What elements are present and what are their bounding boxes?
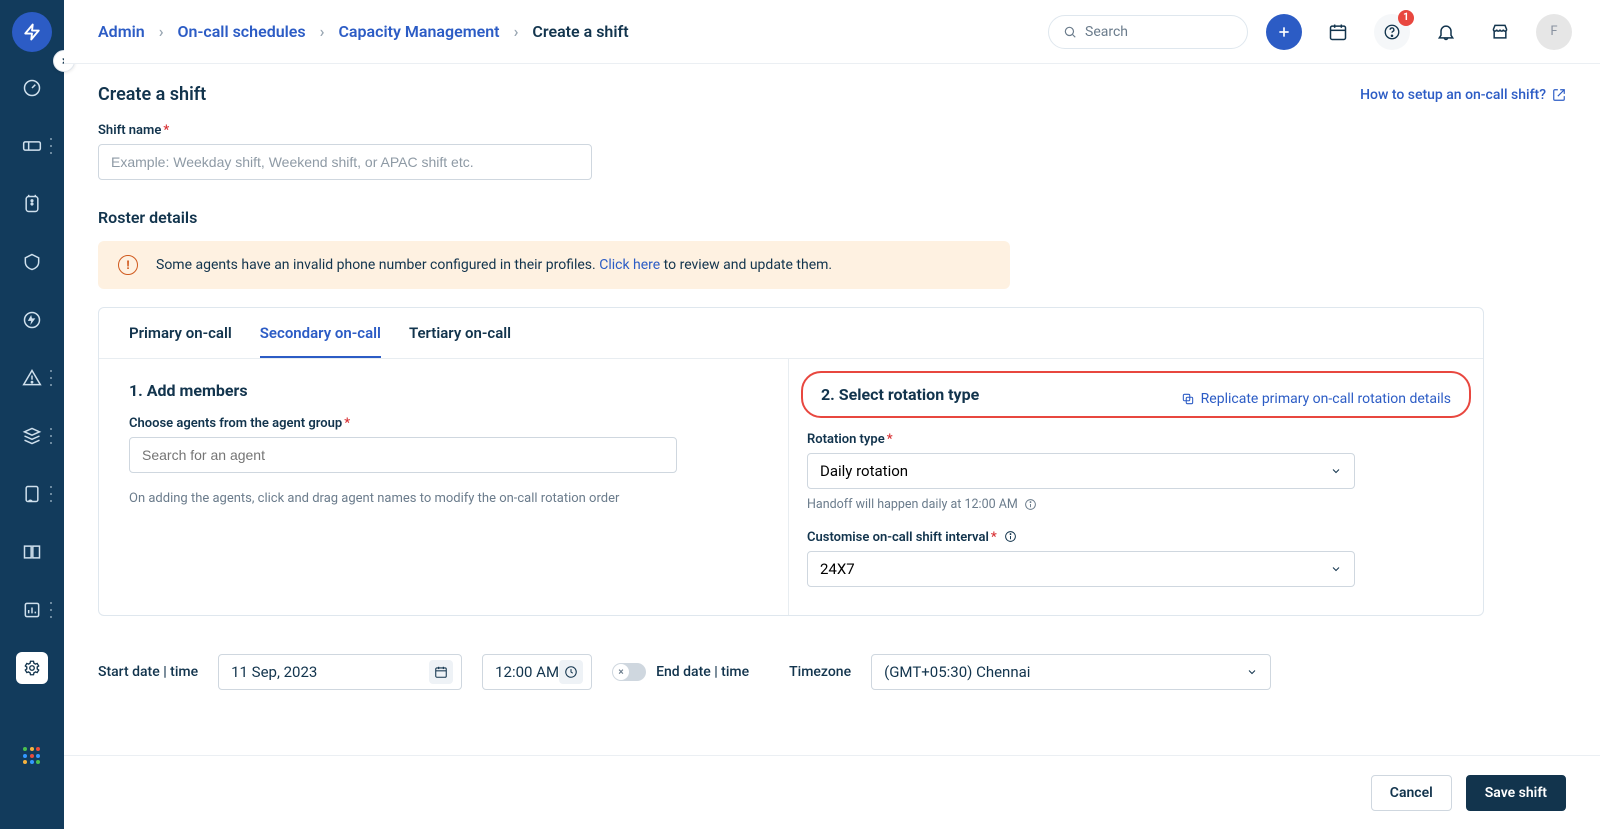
interval-label: Customise on-call shift interval* xyxy=(807,530,1465,545)
topbar: Admin › On-call schedules › Capacity Man… xyxy=(64,0,1600,64)
tab-primary[interactable]: Primary on-call xyxy=(129,308,232,358)
choose-agents-label: Choose agents from the agent group* xyxy=(129,416,758,431)
contracts-icon[interactable] xyxy=(16,478,48,510)
chevron-down-icon xyxy=(1330,563,1342,575)
shift-name-label: Shift name* xyxy=(98,123,1566,138)
search-icon xyxy=(1063,25,1077,39)
notifications-icon[interactable] xyxy=(1428,14,1464,50)
agent-order-hint: On adding the agents, click and drag age… xyxy=(129,491,758,506)
add-members-panel: 1. Add members Choose agents from the ag… xyxy=(99,359,789,615)
rotation-title: 2. Select rotation type xyxy=(821,385,979,404)
scrollbar[interactable] xyxy=(1590,70,1598,750)
assets-icon[interactable] xyxy=(16,420,48,452)
external-link-icon xyxy=(1552,88,1566,102)
chevron-right-icon: › xyxy=(514,22,519,41)
datetime-row: Start date | time 11 Sep, 2023 12:00 AM … xyxy=(98,654,1566,690)
review-agents-link[interactable]: Click here xyxy=(599,257,660,273)
phone-warning-alert: ! Some agents have an invalid phone numb… xyxy=(98,241,1010,289)
help-link[interactable]: How to setup an on-call shift? xyxy=(1360,87,1566,103)
roster-card: Primary on-call Secondary on-call Tertia… xyxy=(98,307,1484,616)
agent-search-input[interactable] xyxy=(129,437,677,473)
help-icon[interactable]: 1 xyxy=(1374,14,1410,50)
handoff-hint: Handoff will happen daily at 12:00 AM xyxy=(807,497,1465,512)
breadcrumb-current: Create a shift xyxy=(532,22,628,41)
timezone-select[interactable]: (GMT+05:30) Chennai xyxy=(871,654,1271,690)
add-members-title: 1. Add members xyxy=(129,381,758,400)
save-button[interactable]: Save shift xyxy=(1466,775,1566,811)
timezone-label: Timezone xyxy=(789,664,851,680)
footer: Cancel Save shift xyxy=(64,755,1600,829)
rotation-highlight: 2. Select rotation type Replicate primar… xyxy=(801,371,1471,418)
start-date-label: Start date | time xyxy=(98,664,198,680)
main-content: Create a shift How to setup an on-call s… xyxy=(64,64,1600,690)
tabs: Primary on-call Secondary on-call Tertia… xyxy=(99,308,1483,359)
breadcrumb: Admin › On-call schedules › Capacity Man… xyxy=(98,22,629,41)
settings-icon[interactable] xyxy=(16,652,48,684)
rotation-type-label: Rotation type* xyxy=(807,432,1465,447)
chevron-right-icon: › xyxy=(320,22,325,41)
chevron-down-icon xyxy=(1330,465,1342,477)
help-badge: 1 xyxy=(1398,10,1414,26)
breadcrumb-admin[interactable]: Admin xyxy=(98,22,145,41)
page-title: Create a shift xyxy=(98,84,206,105)
search-placeholder: Search xyxy=(1085,24,1128,40)
breadcrumb-oncall-schedules[interactable]: On-call schedules xyxy=(178,22,306,41)
warning-icon: ! xyxy=(118,255,138,275)
tickets-icon[interactable] xyxy=(16,130,48,162)
global-search[interactable]: Search xyxy=(1048,15,1248,49)
sidebar xyxy=(0,0,64,829)
problems-icon[interactable] xyxy=(16,188,48,220)
copy-icon xyxy=(1181,392,1195,406)
end-date-label: End date | time xyxy=(656,664,749,680)
calendar-icon[interactable] xyxy=(1320,14,1356,50)
shift-name-input[interactable] xyxy=(98,144,592,180)
start-time-input[interactable]: 12:00 AM xyxy=(482,654,592,690)
marketplace-icon[interactable] xyxy=(1482,14,1518,50)
rotation-type-select[interactable]: Daily rotation xyxy=(807,453,1355,489)
chevron-right-icon: › xyxy=(159,22,164,41)
end-date-toggle[interactable]: × xyxy=(612,663,646,681)
new-button[interactable] xyxy=(1266,14,1302,50)
logo-icon[interactable] xyxy=(12,12,52,52)
info-icon xyxy=(1004,530,1017,543)
releases-icon[interactable] xyxy=(16,304,48,336)
reports-icon[interactable] xyxy=(16,594,48,626)
alerts-icon[interactable] xyxy=(16,362,48,394)
breadcrumb-capacity-management[interactable]: Capacity Management xyxy=(338,22,499,41)
apps-launcher-icon[interactable] xyxy=(0,747,64,765)
info-icon xyxy=(1024,498,1037,511)
interval-select[interactable]: 24X7 xyxy=(807,551,1355,587)
tab-tertiary[interactable]: Tertiary on-call xyxy=(409,308,511,358)
replicate-link[interactable]: Replicate primary on-call rotation detai… xyxy=(1181,391,1451,407)
rotation-panel: 2. Select rotation type Replicate primar… xyxy=(789,359,1483,615)
time-picker-icon[interactable] xyxy=(559,660,583,684)
avatar[interactable]: F xyxy=(1536,14,1572,50)
chevron-down-icon xyxy=(1246,666,1258,678)
solutions-icon[interactable] xyxy=(16,536,48,568)
tab-secondary[interactable]: Secondary on-call xyxy=(260,308,381,358)
cancel-button[interactable]: Cancel xyxy=(1371,775,1452,811)
roster-details-title: Roster details xyxy=(98,208,1566,227)
changes-icon[interactable] xyxy=(16,246,48,278)
start-date-input[interactable]: 11 Sep, 2023 xyxy=(218,654,462,690)
date-picker-icon[interactable] xyxy=(429,660,453,684)
dashboard-icon[interactable] xyxy=(16,72,48,104)
